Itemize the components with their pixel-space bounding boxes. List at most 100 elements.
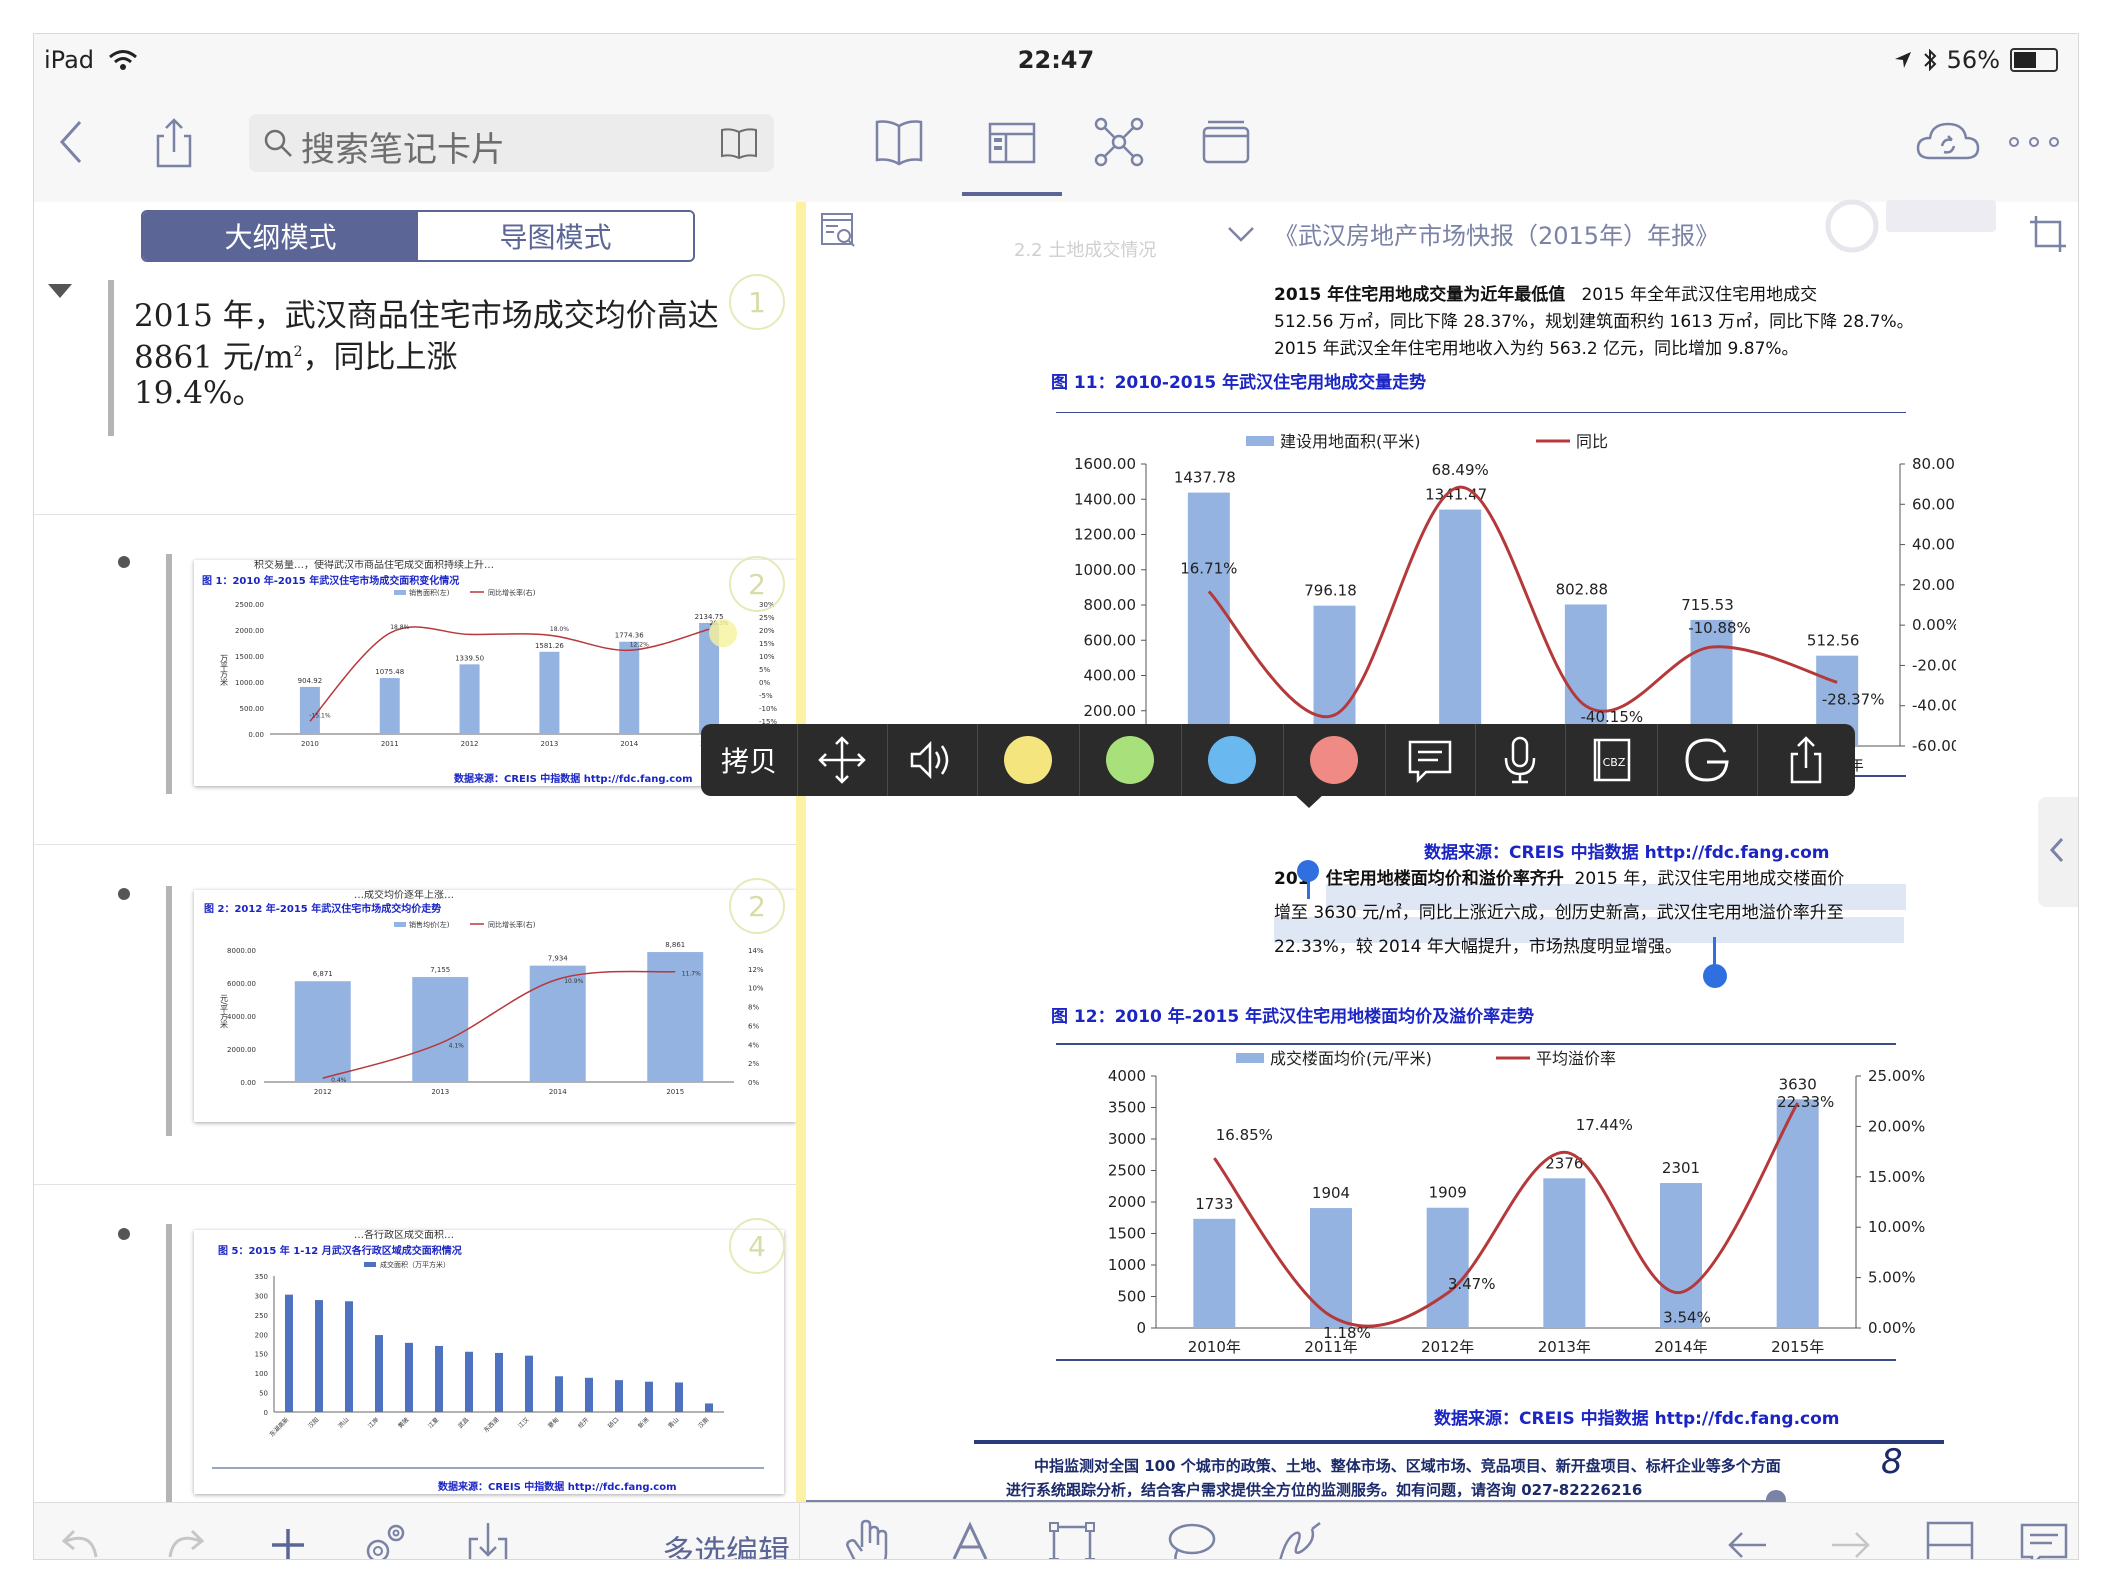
selection-end-caret[interactable] xyxy=(1713,937,1716,967)
comment-button[interactable] xyxy=(1385,724,1476,796)
p1-line-2: 512.56 万㎡，同比下降 28.37%，规划建筑面积约 1613 万㎡，同比… xyxy=(1274,312,1914,332)
side-drawer-tab[interactable] xyxy=(2038,797,2078,907)
y-tick-label: 0.00 xyxy=(248,731,264,739)
window-cards-icon[interactable] xyxy=(1196,112,1256,172)
line-value-label: 0.4% xyxy=(331,1077,347,1084)
highlight-blue-button[interactable] xyxy=(1181,724,1284,796)
selection-end-handle[interactable] xyxy=(1703,964,1727,988)
paragraph-1: 2015 年住宅用地成交量为近年最低值 2015 年全年武汉住宅用地成交 512… xyxy=(1274,282,1974,363)
p1-line-1: 2015 年住宅用地成交量为近年最低值 2015 年全年武汉住宅用地成交 xyxy=(1274,282,1974,309)
y-tick-label: 2500 xyxy=(1108,1162,1146,1180)
page-number: 8 xyxy=(1881,1442,1903,1482)
card-number: 1 xyxy=(729,274,785,330)
note-card-3[interactable]: …成交均价逐年上涨… 图 2：2012 年-2015 年武汉住宅市场成交均价走势… xyxy=(34,844,796,1185)
chevron-left-icon xyxy=(2049,837,2064,863)
chart-thumbnail[interactable]: …各行政区成交面积… 图 5：2015 年 1-12 月武汉各行政区域成交面积情… xyxy=(194,1230,784,1494)
legend-bar-label: 销售均价(左) xyxy=(409,920,450,929)
document-title[interactable]: 《武汉房地产市场快报（2015年）年报》 xyxy=(1274,216,1719,251)
y-tick-label: 1000 xyxy=(1108,1256,1146,1274)
collapse-triangle-icon[interactable] xyxy=(46,282,74,302)
top-toolbar: 搜索笔记卡片 xyxy=(34,92,2078,203)
cloud-sync-icon[interactable] xyxy=(1914,112,1984,172)
back-icon[interactable] xyxy=(44,112,104,172)
undo-icon[interactable] xyxy=(52,1517,108,1560)
y2-tick-label: 25% xyxy=(759,614,775,622)
annotations-icon[interactable] xyxy=(2016,1517,2072,1560)
import-icon[interactable] xyxy=(460,1517,516,1560)
bar-value-label: 1581.26 xyxy=(535,642,564,650)
mindmap-icon[interactable] xyxy=(1089,112,1149,172)
share-icon[interactable] xyxy=(144,112,204,172)
status-bar: iPad 22:47 56% xyxy=(34,34,2078,92)
x-tick-label: 新洲 xyxy=(636,1416,650,1430)
legend-bar-label: 成交面积（万平方米） xyxy=(380,1260,450,1269)
move-button[interactable] xyxy=(797,724,888,796)
text-tool-icon[interactable] xyxy=(942,1517,998,1560)
x-tick-label: 2013年 xyxy=(1538,1338,1591,1356)
hand-tool-icon[interactable] xyxy=(840,1517,896,1560)
x-tick-label: 2014 xyxy=(620,740,638,748)
color-swatch-green xyxy=(1106,736,1154,784)
status-right: 56% xyxy=(1893,46,2058,74)
dictionary-button[interactable]: CBZ xyxy=(1565,724,1658,796)
bullet xyxy=(118,556,130,568)
x-tick-label: 2010年 xyxy=(1188,1338,1241,1356)
note-card-2[interactable]: 积交易量…，使得武汉市商品住宅成交面积持续上升… 图 1：2010 年-2015… xyxy=(34,514,796,845)
x-tick-label: 2012 xyxy=(461,740,479,748)
highlight-red-button[interactable] xyxy=(1283,724,1386,796)
previous-arrow-icon[interactable] xyxy=(1720,1517,1776,1560)
search-box[interactable]: 搜索笔记卡片 xyxy=(249,114,774,172)
pane-divider[interactable] xyxy=(796,202,806,1502)
mode-switcher: 大纲模式 导图模式 xyxy=(141,210,695,262)
chevron-down-icon[interactable] xyxy=(1226,224,1256,244)
page-search-icon[interactable] xyxy=(818,210,858,250)
popup-share-button[interactable] xyxy=(1757,724,1855,796)
settings-gear-icon[interactable] xyxy=(356,1517,412,1560)
book-open-icon[interactable] xyxy=(719,126,759,160)
freehand-pen-icon[interactable] xyxy=(1272,1517,1328,1560)
note-card-4[interactable]: …各行政区成交面积… 图 5：2015 年 1-12 月武汉各行政区域成交面积情… xyxy=(34,1184,796,1504)
bottom-toolbar: 多选编辑 xyxy=(34,1502,2078,1560)
y-tick-label: 4000.00 xyxy=(227,1013,256,1021)
chart-12: 4000 3500 3000 2500 2000 1500 1000 500 0 25.00% 20… xyxy=(1056,1043,1925,1361)
watermark-logo xyxy=(1806,196,2006,256)
x-tick-label: 东西湖 xyxy=(482,1416,500,1434)
google-search-button[interactable] xyxy=(1657,724,1758,796)
next-arrow-icon[interactable] xyxy=(1822,1517,1878,1560)
split-view-icon[interactable] xyxy=(1922,1517,1978,1560)
x-tick-label: 2013 xyxy=(541,740,559,748)
battery-percent: 56% xyxy=(1946,46,2000,74)
rectangle-select-icon[interactable] xyxy=(1044,1517,1100,1560)
bar xyxy=(435,1345,443,1412)
bar-value-label: 1339.50 xyxy=(455,654,484,662)
copy-button[interactable]: 拷贝 xyxy=(701,724,798,796)
lasso-icon[interactable] xyxy=(1162,1517,1218,1560)
bar-value-label: 1909 xyxy=(1429,1184,1467,1202)
y-tick-label: 300 xyxy=(255,1292,268,1300)
x-tick-label: 2011 xyxy=(381,740,399,748)
chart-thumbnail[interactable]: …成交均价逐年上涨… 图 2：2012 年-2015 年武汉住宅市场成交均价走势… xyxy=(194,890,796,1122)
highlight-green-button[interactable] xyxy=(1079,724,1182,796)
move-arrows-icon xyxy=(818,736,866,784)
bar xyxy=(1193,1218,1236,1328)
y-tick-label: 400.00 xyxy=(1084,667,1137,685)
y2-tick-label: -10% xyxy=(759,705,777,713)
tab-mindmap-mode[interactable]: 导图模式 xyxy=(418,212,693,260)
y-tick-label: 1200.00 xyxy=(1074,526,1136,544)
voice-note-button[interactable] xyxy=(1475,724,1566,796)
note-card-1[interactable]: 1 2015 年，武汉商品住宅市场成交均价高达 8861 元/m2，同比上涨 1… xyxy=(34,274,796,515)
more-icon[interactable] xyxy=(2004,112,2064,172)
crop-icon[interactable] xyxy=(2028,214,2068,254)
line-value-label: 11.7% xyxy=(682,971,701,978)
multi-select-edit-button[interactable]: 多选编辑 xyxy=(662,1527,790,1559)
tab-outline-mode[interactable]: 大纲模式 xyxy=(143,212,418,260)
redo-icon[interactable] xyxy=(158,1517,214,1560)
speak-button[interactable] xyxy=(887,724,978,796)
highlight-yellow-button[interactable] xyxy=(977,724,1080,796)
add-icon[interactable] xyxy=(260,1517,316,1560)
selection-start-handle[interactable] xyxy=(1297,860,1319,882)
card-layout-icon[interactable] xyxy=(982,112,1042,172)
book-icon[interactable] xyxy=(869,112,929,172)
y-tick-label: 2500.00 xyxy=(235,601,264,609)
bar xyxy=(285,1294,293,1412)
